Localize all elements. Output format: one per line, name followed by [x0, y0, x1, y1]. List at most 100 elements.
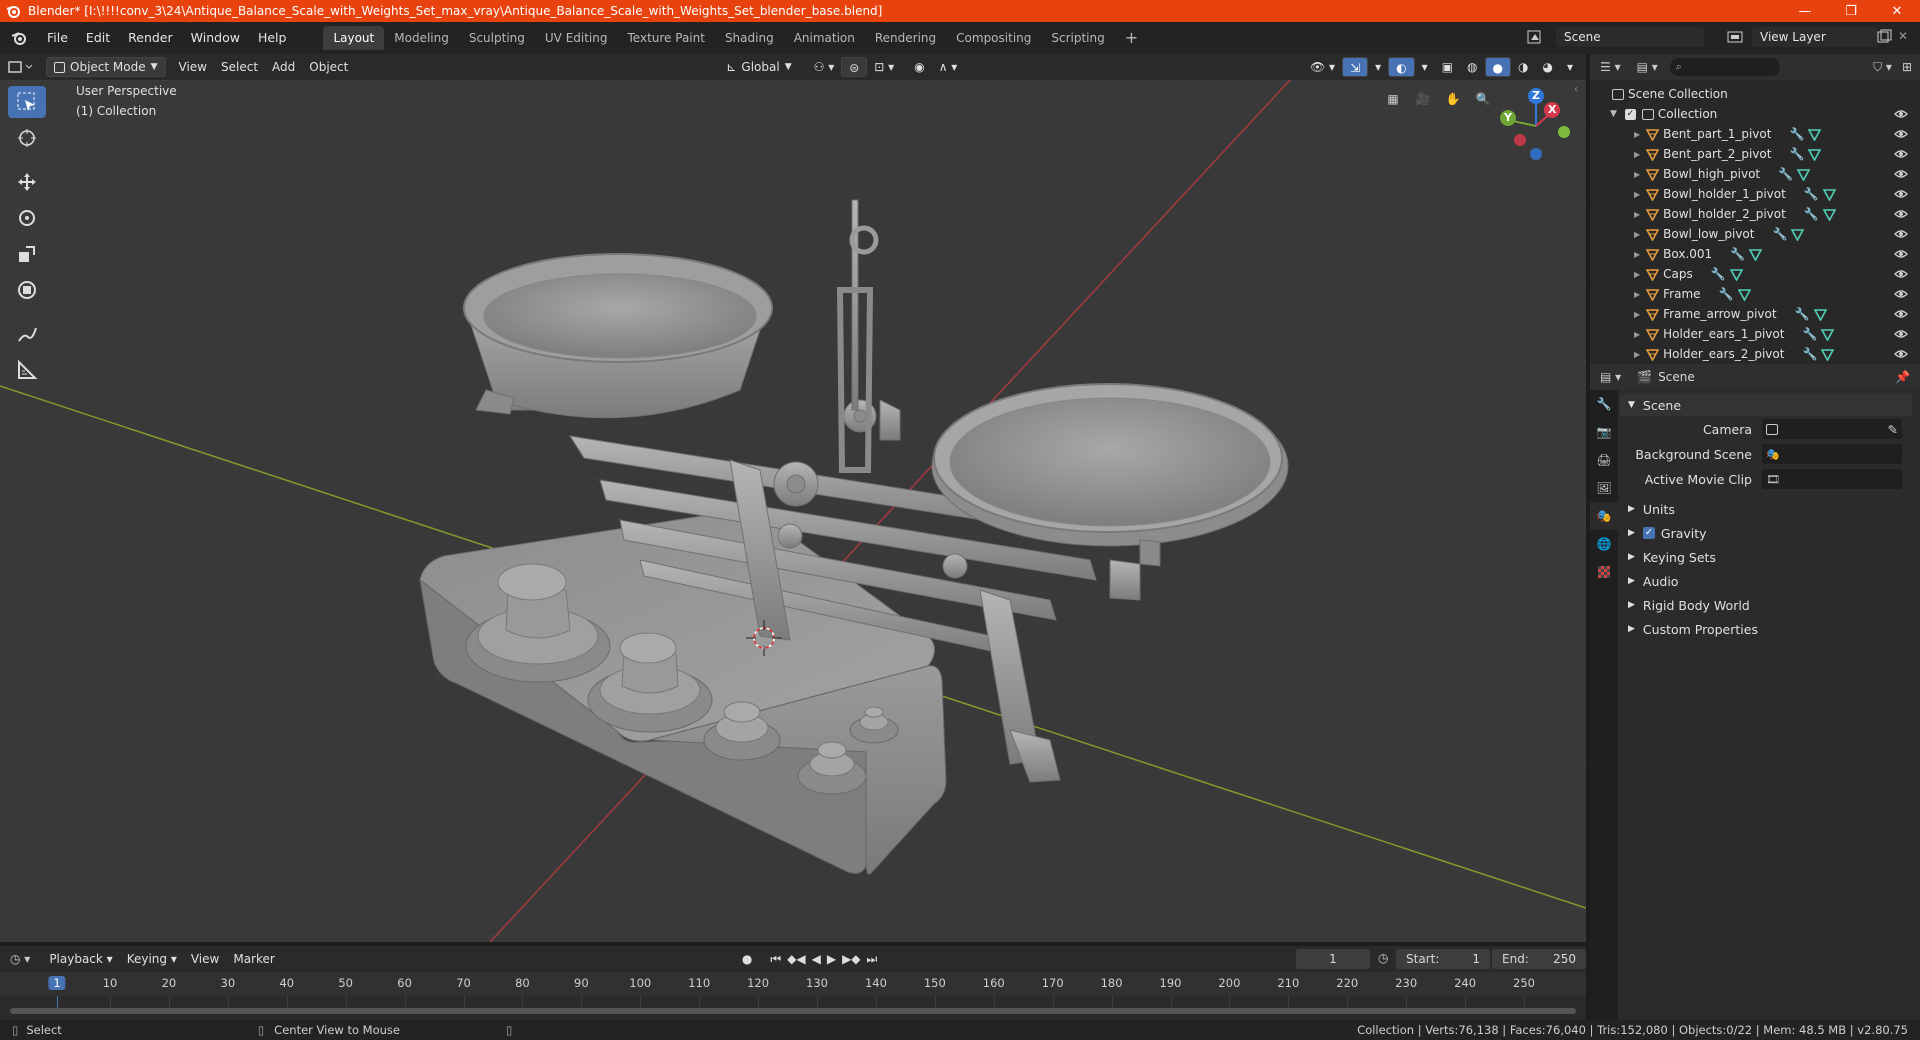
outliner-search-input[interactable]: ⌕ — [1669, 58, 1780, 76]
modifier-wrench-icon[interactable]: 🔧 — [1802, 347, 1817, 361]
close-button[interactable]: ✕ — [1874, 0, 1920, 22]
remove-view-layer-icon[interactable]: ✕ — [1898, 29, 1908, 43]
outliner-item[interactable]: ▶ Frame_arrow_pivot 🔧 — [1590, 304, 1920, 324]
disclosure-triangle-icon[interactable]: ▶ — [1634, 250, 1640, 259]
solid-shading-icon[interactable]: ● — [1484, 57, 1511, 77]
timeline-editor-type-icon[interactable]: ◷ ▾ — [10, 952, 30, 966]
modifier-wrench-icon[interactable]: 🔧 — [1772, 227, 1787, 241]
outliner-item[interactable]: ▶ Box.001 🔧 — [1590, 244, 1920, 264]
outliner-item[interactable]: ▶ Bent_part_1_pivot 🔧 — [1590, 124, 1920, 144]
new-view-layer-icon[interactable] — [1876, 29, 1892, 45]
mesh-data-icon[interactable] — [1729, 268, 1743, 281]
mesh-data-icon[interactable] — [1821, 348, 1835, 361]
background-scene-field[interactable]: 🎭 — [1762, 444, 1902, 464]
tab-world[interactable]: 🌐 — [1590, 530, 1618, 558]
tab-render[interactable]: 📷 — [1590, 418, 1618, 446]
tab-uv-editing[interactable]: UV Editing — [535, 26, 618, 50]
annotate-tool[interactable] — [8, 318, 46, 350]
outliner-item[interactable]: ▶ Bowl_high_pivot 🔧 — [1590, 164, 1920, 184]
toggle-grid-icon[interactable]: ▦ — [1380, 86, 1406, 112]
tab-shading[interactable]: Shading — [715, 26, 784, 50]
tab-scripting[interactable]: Scripting — [1041, 26, 1114, 50]
collection-checkbox[interactable]: ✓ — [1624, 108, 1636, 120]
timeline-scrollbar[interactable] — [10, 1008, 1576, 1014]
scene-panel-header[interactable]: ▼ Scene — [1620, 394, 1912, 416]
outliner-item[interactable]: ▶ Bowl_low_pivot 🔧 — [1590, 224, 1920, 244]
display-mode-icon[interactable]: ▤ ▾ — [1637, 60, 1658, 74]
outliner-collection[interactable]: ▼ ✓ Collection — [1590, 104, 1920, 124]
disclosure-triangle-icon[interactable]: ▶ — [1634, 350, 1640, 359]
menu-timeline-view[interactable]: View — [184, 949, 226, 969]
menu-view[interactable]: View — [172, 57, 214, 77]
sidebar-toggle-icon[interactable]: ‹ — [1574, 84, 1578, 95]
modifier-wrench-icon[interactable]: 🔧 — [1730, 247, 1745, 261]
gizmo-settings-icon[interactable]: ▾ — [1368, 57, 1388, 77]
disclosure-triangle-icon[interactable]: ▶ — [1634, 210, 1640, 219]
mesh-data-icon[interactable] — [1737, 288, 1751, 301]
menu-help[interactable]: Help — [249, 27, 296, 49]
eye-icon[interactable] — [1894, 347, 1908, 361]
editor-type-icon[interactable] — [6, 57, 36, 77]
rendered-shading-icon[interactable]: ◕ — [1535, 57, 1559, 77]
filter-icon[interactable]: ⛉ ▾ — [1873, 60, 1892, 75]
outliner-item[interactable]: ▶ Bowl_holder_1_pivot 🔧 — [1590, 184, 1920, 204]
modifier-wrench-icon[interactable]: 🔧 — [1795, 307, 1810, 321]
outliner-item[interactable]: ▶ Bowl_holder_2_pivot 🔧 — [1590, 204, 1920, 224]
auto-keying-icon[interactable]: ● — [742, 952, 752, 966]
eye-icon[interactable] — [1894, 107, 1908, 121]
rigid-body-world-panel[interactable]: ▶ Rigid Body World — [1620, 594, 1920, 616]
new-collection-icon[interactable]: ⊞ — [1902, 60, 1912, 74]
visibility-selectability-icon[interactable]: 👁 ▾ — [1303, 57, 1342, 77]
tab-tool[interactable]: 🔧 — [1590, 390, 1618, 418]
mesh-data-icon[interactable] — [1822, 188, 1836, 201]
custom-properties-panel[interactable]: ▶ Custom Properties — [1620, 618, 1920, 640]
properties-editor-type-icon[interactable]: ▤ ▾ — [1600, 370, 1621, 384]
maximize-button[interactable]: ❐ — [1828, 0, 1874, 22]
overlay-settings-icon[interactable]: ▾ — [1415, 57, 1435, 77]
gravity-panel[interactable]: ▶ ✓ Gravity — [1620, 522, 1920, 544]
disclosure-triangle-icon[interactable]: ▶ — [1634, 190, 1640, 199]
disclosure-triangle-icon[interactable]: ▶ — [1634, 270, 1640, 279]
disclosure-triangle-icon[interactable]: ▶ — [1634, 170, 1640, 179]
eye-icon[interactable] — [1894, 147, 1908, 161]
menu-file[interactable]: File — [38, 27, 77, 49]
scale-tool[interactable] — [8, 238, 46, 270]
outliner-item[interactable]: ▶ Caps 🔧 — [1590, 264, 1920, 284]
zoom-view-icon[interactable]: 🔍 — [1470, 86, 1496, 112]
outliner-item[interactable]: ▶ Holder_ears_1_pivot 🔧 — [1590, 324, 1920, 344]
eye-icon[interactable] — [1894, 307, 1908, 321]
jump-to-keyframe-forward-icon[interactable]: ▶◆ — [842, 952, 860, 966]
modifier-wrench-icon[interactable]: 🔧 — [1711, 267, 1726, 281]
eye-icon[interactable] — [1894, 267, 1908, 281]
units-panel[interactable]: ▶ Units — [1620, 498, 1920, 520]
outliner-scene-collection[interactable]: Scene Collection — [1590, 84, 1920, 104]
tab-compositing[interactable]: Compositing — [946, 26, 1041, 50]
disclosure-triangle-icon[interactable]: ▶ — [1634, 290, 1640, 299]
minimize-button[interactable]: — — [1782, 0, 1828, 22]
modifier-wrench-icon[interactable]: 🔧 — [1802, 327, 1817, 341]
tab-output[interactable]: 🖨 — [1590, 446, 1618, 474]
preview-range-icon[interactable]: ◷ — [1378, 951, 1388, 965]
eye-icon[interactable] — [1894, 327, 1908, 341]
menu-playback[interactable]: Playback ▾ — [42, 949, 119, 969]
jump-to-keyframe-back-icon[interactable]: ◆◀ — [787, 952, 805, 966]
show-gizmo-icon[interactable]: ⇲ — [1342, 57, 1369, 77]
tab-sculpting[interactable]: Sculpting — [459, 26, 535, 50]
start-frame-field[interactable]: Start: 1 — [1396, 949, 1490, 969]
outliner-item[interactable]: ▶ Holder_ears_2_pivot 🔧 — [1590, 344, 1920, 364]
modifier-wrench-icon[interactable]: 🔧 — [1789, 147, 1804, 161]
outliner-item[interactable]: ▶ Frame 🔧 — [1590, 284, 1920, 304]
tab-animation[interactable]: Animation — [784, 26, 865, 50]
tab-modeling[interactable]: Modeling — [384, 26, 459, 50]
transform-tool[interactable] — [8, 274, 46, 306]
eye-icon[interactable] — [1894, 187, 1908, 201]
disclosure-triangle-icon[interactable]: ▶ — [1634, 130, 1640, 139]
toggle-camera-view-icon[interactable]: 🎥 — [1410, 86, 1436, 112]
view-layer-icon[interactable] — [1726, 28, 1744, 46]
tab-scene[interactable]: 🎭 — [1590, 502, 1618, 530]
menu-object[interactable]: Object — [302, 57, 355, 77]
mesh-data-icon[interactable] — [1822, 208, 1836, 221]
timeline-area[interactable]: 1 10 20 30 40 50 60 70 80 90 100 110 120 130 140 150 160… — [0, 972, 1586, 1020]
transform-orientation-dropdown[interactable]: ⊾ Global ▼ — [719, 57, 798, 77]
disclosure-triangle-icon[interactable]: ▶ — [1634, 150, 1640, 159]
